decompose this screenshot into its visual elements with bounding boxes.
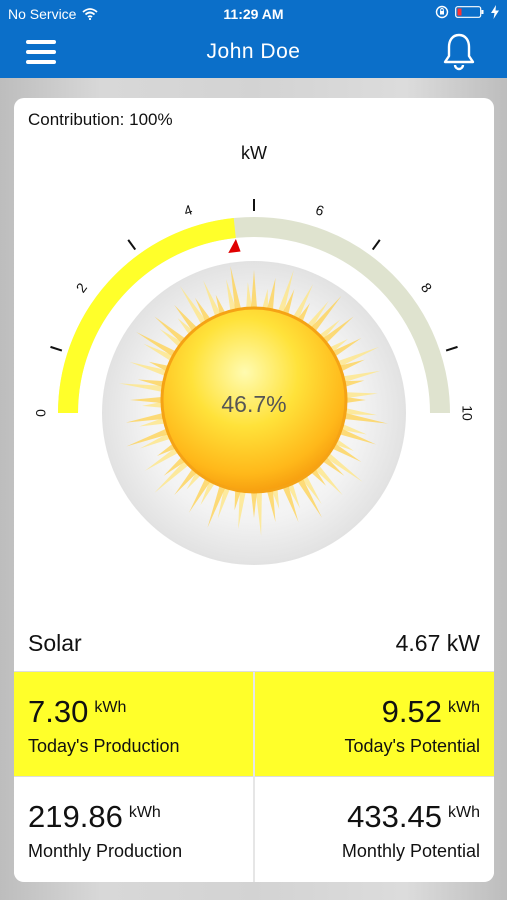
today-potential-tile: 9.52 kWh Today's Potential <box>255 672 494 776</box>
gauge-tick-mark <box>50 345 63 352</box>
gauge-tick-label: 4 <box>182 201 195 219</box>
status-right <box>435 5 499 19</box>
divider <box>253 672 255 882</box>
today-potential-value-row: 9.52 kWh <box>382 694 480 730</box>
today-production-value-row: 7.30 kWh <box>28 694 126 730</box>
monthly-potential-value-row: 433.45 kWh <box>347 799 480 835</box>
monthly-production-caption: Monthly Production <box>28 841 183 861</box>
gauge-tick-mark <box>445 345 458 352</box>
monthly-production-tile: 219.86 kWh Monthly Production <box>14 777 253 881</box>
status-bar: No Service 11:29 AM <box>0 0 507 28</box>
gauge-tick-label: 8 <box>418 280 436 296</box>
gauge-tick-mark <box>371 239 381 251</box>
monthly-production-value: 219.86 <box>28 799 123 834</box>
orientation-lock-icon <box>435 5 449 19</box>
today-production-caption: Today's Production <box>28 736 180 756</box>
solar-label: Solar <box>28 630 82 656</box>
gauge-value-marker <box>228 238 241 254</box>
solar-value: 4.67 kW <box>395 630 480 656</box>
today-production-value: 7.30 <box>28 694 89 729</box>
monthly-potential-value: 433.45 <box>347 799 442 834</box>
kw-gauge: kW 0 2 4 6 8 10 46.7% <box>33 143 475 565</box>
page-title: John Doe <box>206 40 301 63</box>
gauge-tick-label: 0 <box>33 409 49 417</box>
monthly-production-value-row: 219.86 kWh <box>28 799 161 835</box>
today-potential-caption: Today's Potential <box>344 736 480 756</box>
bell-icon[interactable] <box>441 32 477 72</box>
status-time: 11:29 AM <box>223 6 284 22</box>
charging-icon <box>491 5 499 19</box>
gauge-tick-label: 10 <box>459 405 475 421</box>
battery-icon <box>455 6 484 18</box>
monthly-production-unit: kWh <box>128 804 161 821</box>
today-production-tile: 7.30 kWh Today's Production <box>14 672 253 776</box>
nav-bar: John Doe <box>0 28 507 78</box>
monthly-potential-tile: 433.45 kWh Monthly Potential <box>255 777 494 881</box>
monthly-potential-caption: Monthly Potential <box>341 841 480 861</box>
today-production-unit: kWh <box>94 699 127 716</box>
dashboard-card: Contribution: 100% kW 0 2 4 6 8 10 46.7% Sola… <box>14 98 494 882</box>
today-potential-unit: kWh <box>448 699 480 716</box>
gauge-tick-label: 2 <box>73 280 91 296</box>
gauge-unit-label: kW <box>241 143 267 163</box>
today-potential-value: 9.52 <box>381 694 442 729</box>
gauge-tick-label: 6 <box>314 201 327 219</box>
contribution-label: Contribution: 100% <box>28 110 173 129</box>
gauge-tick-mark <box>127 239 137 251</box>
gauge-center-value: 46.7% <box>221 391 286 417</box>
monthly-potential-unit: kWh <box>448 804 480 821</box>
